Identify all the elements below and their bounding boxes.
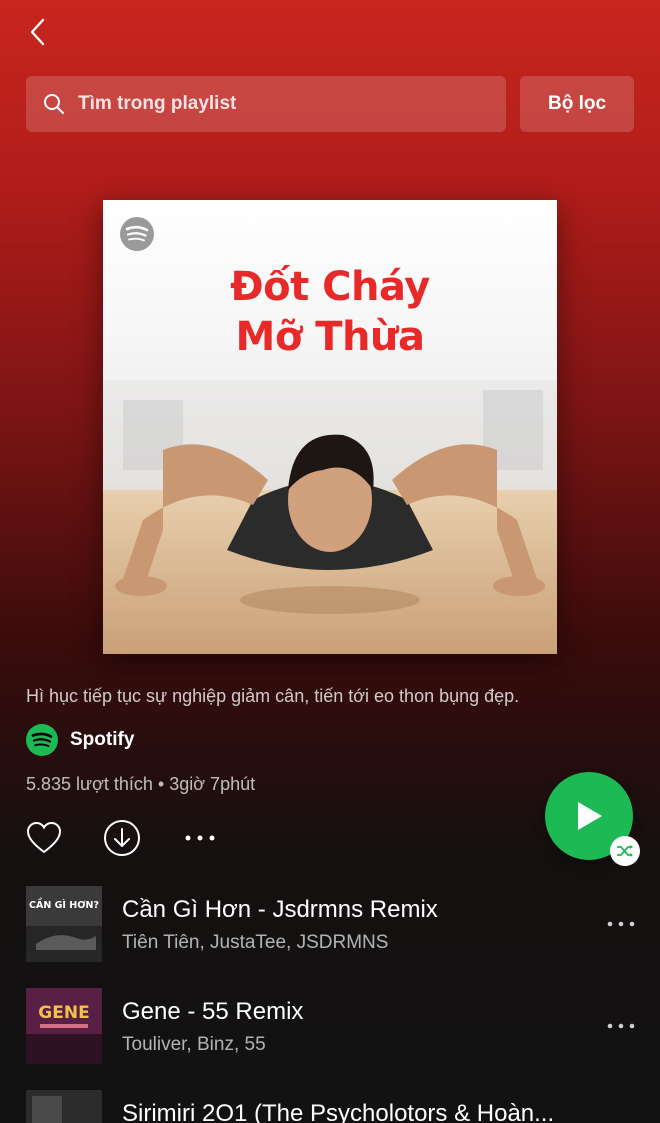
- track-title: Cần Gì Hơn - Jsdrmns Remix: [122, 896, 438, 923]
- owner-name: Spotify: [70, 729, 135, 750]
- playlist-owner[interactable]: Spotify: [26, 724, 134, 756]
- search-icon: [44, 94, 64, 114]
- search-bar[interactable]: [26, 76, 506, 132]
- track-artist: Touliver, Binz, 55: [122, 1034, 266, 1055]
- playlist-description: Hì hục tiếp tục sự nghiệp giảm cân, tiến…: [26, 686, 520, 706]
- shuffle-icon: [617, 845, 633, 857]
- play-icon: [578, 802, 602, 830]
- spotify-logo-icon: [120, 217, 154, 251]
- spotify-logo-icon: [26, 724, 58, 756]
- cover-title-line1: Đốt Cháy: [230, 264, 430, 310]
- track-more-button[interactable]: [606, 912, 636, 936]
- more-dots-icon: [607, 1023, 635, 1029]
- track-title: Gene - 55 Remix: [122, 998, 304, 1025]
- playlist-meta: 5.835 lượt thích • 3giờ 7phút: [26, 774, 256, 794]
- cover-title: Đốt Cháy Mỡ Thừa: [103, 262, 557, 362]
- download-icon: [104, 820, 140, 856]
- track-artwork: [26, 1090, 102, 1123]
- more-dots-icon: [607, 921, 635, 927]
- like-button[interactable]: [24, 818, 64, 858]
- cover-title-line2: Mỡ Thừa: [235, 314, 425, 360]
- shuffle-badge[interactable]: [610, 836, 640, 866]
- search-input[interactable]: [78, 93, 458, 115]
- more-options-button[interactable]: [180, 818, 220, 858]
- track-title: Sirimiri 2O1 (The Psycholotors & Hoàn...: [122, 1100, 555, 1123]
- filter-button[interactable]: Bộ lọc: [520, 76, 634, 132]
- track-artwork-text: GENE: [38, 1003, 89, 1023]
- chevron-left-icon: [30, 18, 45, 46]
- heart-icon: [26, 821, 62, 854]
- track-artwork-text: CẦN GÌ HƠN?: [29, 898, 99, 911]
- track-row[interactable]: Sirimiri 2O1 (The Psycholotors & Hoàn...: [26, 1090, 636, 1123]
- playlist-cover: Đốt Cháy Mỡ Thừa: [103, 200, 557, 654]
- track-row[interactable]: GENE Gene - 55 Remix Touliver, Binz, 55: [26, 988, 636, 1064]
- track-artist: Tiên Tiên, JustaTee, JSDRMNS: [122, 932, 389, 953]
- action-bar: [24, 818, 220, 858]
- track-row[interactable]: CẦN GÌ HƠN? Cần Gì Hơn - Jsdrmns Remix T…: [26, 886, 636, 962]
- track-more-button[interactable]: [606, 1014, 636, 1038]
- track-artwork: CẦN GÌ HƠN?: [26, 886, 102, 962]
- more-dots-icon: [185, 835, 215, 841]
- download-button[interactable]: [102, 818, 142, 858]
- back-button[interactable]: [22, 14, 54, 50]
- track-artwork: GENE: [26, 988, 102, 1064]
